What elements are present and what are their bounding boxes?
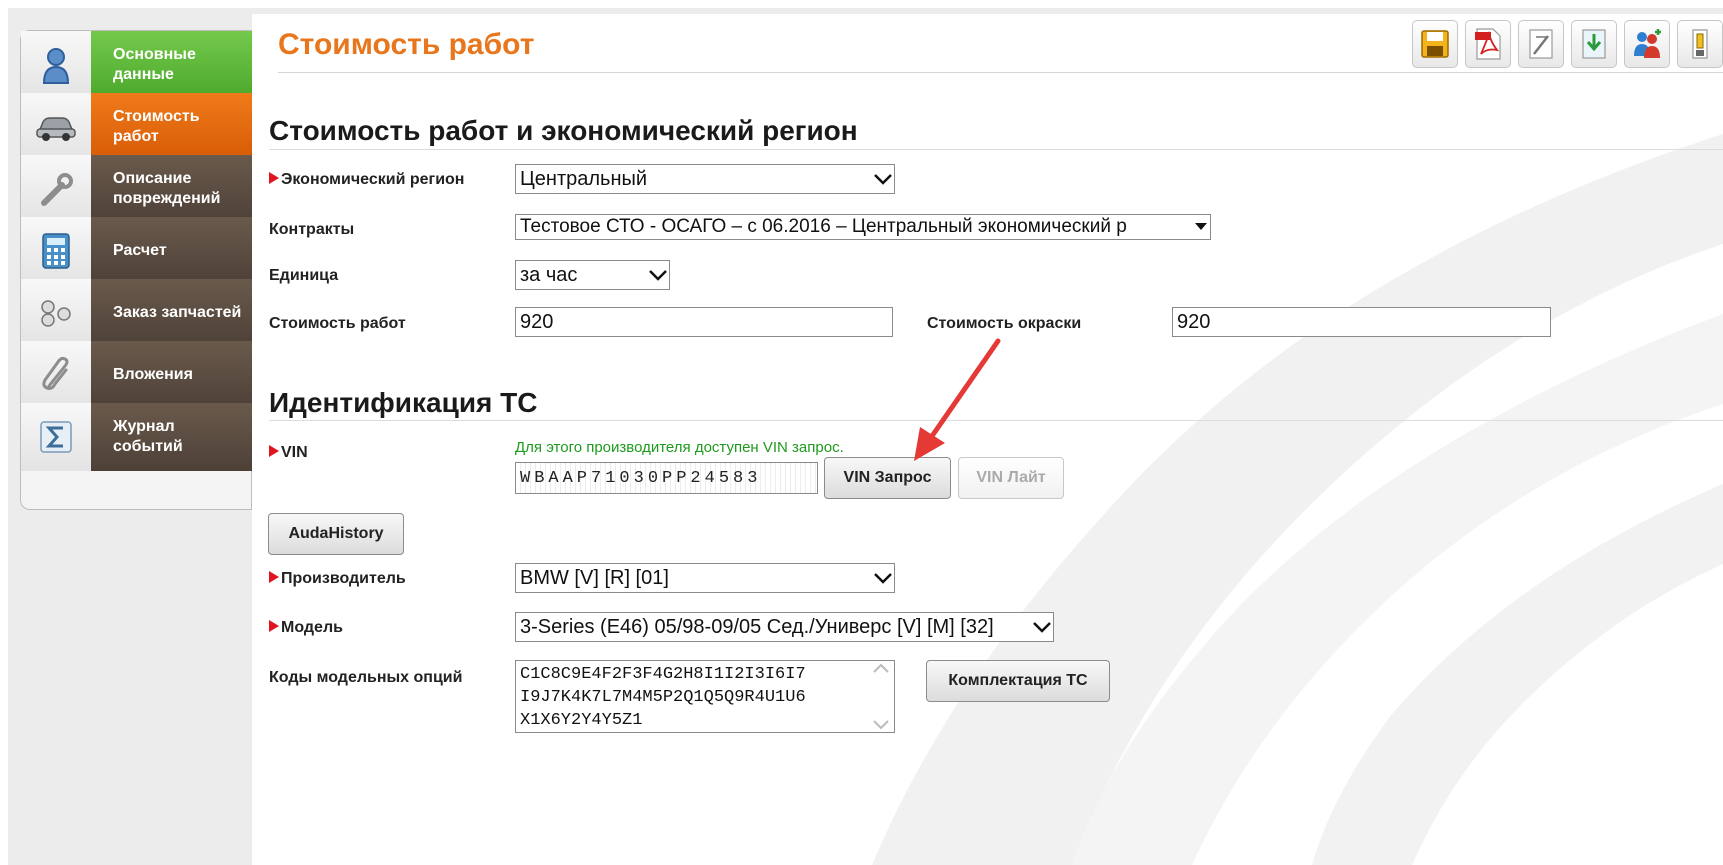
- required-marker: [269, 571, 279, 583]
- nav-item-basic-data[interactable]: Основные данные: [21, 31, 253, 99]
- vin-input[interactable]: WBAAP71030PP24583: [515, 462, 818, 494]
- paint-cost-input[interactable]: 920: [1172, 307, 1551, 337]
- contracts-select-value: Тестовое СТО - ОСАГО – с 06.2016 – Центр…: [520, 216, 1127, 237]
- chevron-up-icon: [873, 663, 889, 673]
- option-codes-textarea[interactable]: C1C8C9E4F2F3F4G2H8I1I2I3I6I7 I9J7K4K7L7M…: [515, 660, 895, 733]
- textarea-scrollbar[interactable]: [870, 663, 892, 730]
- option-codes-line: C1C8C9E4F2F3F4G2H8I1I2I3I6I7: [520, 665, 806, 684]
- vin-label-text: VIN: [281, 444, 308, 461]
- model-label-text: Модель: [281, 619, 343, 636]
- archive-button[interactable]: [1677, 20, 1723, 68]
- download-button[interactable]: [1571, 20, 1617, 68]
- nav-item-parts-order[interactable]: Заказ запчастей: [21, 279, 253, 347]
- sidebar-nav: Основные данные Стоимость работ Описание…: [20, 30, 267, 510]
- sigma-icon: [21, 403, 91, 471]
- nav-item-calculation[interactable]: Расчет: [21, 217, 253, 285]
- export-pdf-button[interactable]: [1465, 20, 1511, 68]
- section-divider: [269, 149, 1723, 150]
- users-icon: [1634, 29, 1661, 58]
- required-marker: [269, 445, 279, 457]
- section-title-labor: Стоимость работ и экономический регион: [269, 115, 858, 146]
- nav-item-attachments[interactable]: Вложения: [21, 341, 253, 409]
- calculator-icon: [21, 217, 91, 285]
- chevron-down-icon: [872, 166, 894, 192]
- chevron-down-icon: [1031, 614, 1053, 640]
- nav-label: Основные данные: [91, 31, 253, 99]
- required-marker: [269, 620, 279, 632]
- region-select[interactable]: Центральный: [515, 164, 895, 194]
- vin-hint: Для этого производителя доступен VIN зап…: [515, 439, 844, 456]
- wrench-icon: [21, 155, 91, 223]
- car-icon: [21, 93, 91, 161]
- vin-request-button[interactable]: VIN Запрос: [824, 457, 951, 499]
- nav-label: Расчет: [91, 217, 253, 285]
- nav-item-labor-cost[interactable]: Стоимость работ: [21, 93, 267, 161]
- paint-cost-label: Стоимость окраски: [927, 315, 1082, 332]
- nav-label: Стоимость работ: [91, 93, 267, 161]
- archive-icon: [1692, 29, 1708, 59]
- model-select-value: 3-Series (E46) 05/98-09/05 Сед./Универс …: [520, 615, 994, 638]
- equipment-button[interactable]: Комплектация ТС: [926, 660, 1110, 702]
- person-icon: [21, 31, 91, 99]
- download-icon: [1582, 29, 1606, 59]
- unit-select[interactable]: за час: [515, 260, 670, 290]
- option-codes-line: X1X6Y2Y4Y5Z1: [520, 711, 643, 730]
- section-title-vehicle: Идентификация ТС: [269, 387, 538, 418]
- labor-cost-label: Стоимость работ: [269, 315, 406, 332]
- manufacturer-label-text: Производитель: [281, 570, 406, 587]
- edit-button[interactable]: [1518, 20, 1564, 68]
- region-select-value: Центральный: [520, 167, 648, 190]
- users-button[interactable]: [1624, 20, 1670, 68]
- manufacturer-select-value: BMW [V] [R] [01]: [520, 566, 669, 589]
- nav-label: Описание повреждений: [91, 155, 253, 223]
- manufacturer-label: Производитель: [269, 568, 406, 590]
- region-label: Экономический регион: [269, 169, 464, 191]
- option-codes-label: Коды модельных опций: [269, 669, 463, 686]
- paperclip-icon: [21, 341, 91, 409]
- nav-label: Вложения: [91, 341, 253, 409]
- title-divider: [278, 72, 1723, 73]
- labor-cost-input[interactable]: 920: [515, 307, 893, 337]
- audahistory-button[interactable]: AudaHistory: [268, 513, 404, 555]
- caret-down-icon: [1192, 215, 1210, 239]
- chevron-down-icon: [872, 565, 894, 591]
- pdf-icon: [1475, 28, 1501, 60]
- unit-label: Единица: [269, 267, 339, 284]
- manufacturer-select[interactable]: BMW [V] [R] [01]: [515, 563, 895, 593]
- region-label-text: Экономический регион: [281, 171, 465, 188]
- page-title: Стоимость работ: [278, 28, 535, 61]
- save-button[interactable]: [1412, 20, 1458, 68]
- required-marker: [269, 172, 279, 184]
- chevron-down-icon: [873, 720, 889, 730]
- option-codes-line: I9J7K4K7L7M4M5P2Q1Q5Q9R4U1U6: [520, 688, 806, 707]
- nav-item-damage-description[interactable]: Описание повреждений: [21, 155, 253, 223]
- edit-icon: [1529, 29, 1553, 59]
- contracts-label: Контракты: [269, 221, 355, 238]
- vin-lite-button[interactable]: VIN Лайт: [958, 457, 1064, 499]
- chevron-down-icon: [647, 262, 669, 288]
- toolbar: [1412, 20, 1723, 68]
- nav-label: Заказ запчастей: [91, 279, 253, 347]
- nav-item-event-log[interactable]: Журнал событий: [21, 403, 253, 471]
- section-divider: [269, 420, 1723, 421]
- nav-label: Журнал событий: [91, 403, 253, 471]
- model-select[interactable]: 3-Series (E46) 05/98-09/05 Сед./Универс …: [515, 612, 1054, 642]
- main-panel: Стоимость работ Стоимость работ и эконом…: [252, 14, 1723, 865]
- parts-icon: [21, 279, 91, 347]
- unit-select-value: за час: [520, 263, 578, 286]
- vin-label: VIN: [269, 442, 308, 464]
- model-label: Модель: [269, 617, 343, 639]
- contracts-select[interactable]: Тестовое СТО - ОСАГО – с 06.2016 – Центр…: [515, 214, 1211, 240]
- save-icon: [1421, 30, 1449, 58]
